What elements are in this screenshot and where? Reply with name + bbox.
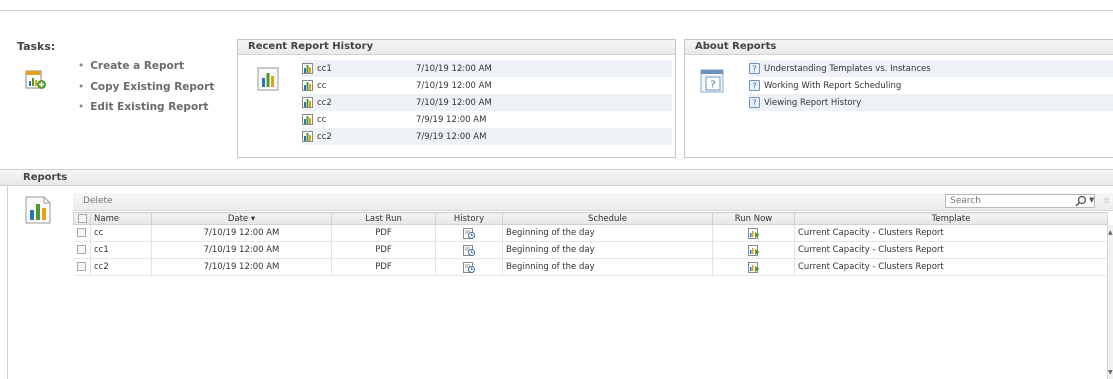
- report-template: Current Capacity - Clusters Report: [794, 224, 1108, 242]
- reports-header-bar: [0, 169, 1113, 186]
- run-now-button[interactable]: [712, 258, 795, 276]
- help-icon: [749, 80, 760, 91]
- reports-frame-border: [7, 186, 8, 379]
- reports-table: Name Date ▾ Last Run History Schedule Ru…: [73, 212, 1108, 276]
- row-checkbox[interactable]: [73, 258, 91, 276]
- column-header-template[interactable]: Template: [794, 212, 1108, 225]
- column-header-date[interactable]: Date ▾: [151, 212, 332, 225]
- report-template: Current Capacity - Clusters Report: [794, 258, 1108, 276]
- about-link-templates[interactable]: Understanding Templates vs. Instances: [749, 60, 1113, 77]
- column-header-schedule[interactable]: Schedule: [502, 212, 713, 225]
- recent-report-history-title: Recent Report History: [238, 40, 675, 55]
- report-last-run[interactable]: PDF: [331, 241, 436, 259]
- table-row[interactable]: cc2 7/10/19 12:00 AM PDF Beginning of th…: [73, 258, 1108, 276]
- create-report-link[interactable]: • Create a Report: [78, 60, 184, 72]
- run-now-icon: [748, 245, 760, 256]
- row-checkbox[interactable]: [73, 241, 91, 259]
- history-button[interactable]: [435, 241, 503, 259]
- select-all-checkbox[interactable]: [73, 212, 91, 225]
- scroll-down-icon[interactable]: ▼: [1108, 369, 1113, 376]
- report-name: cc2: [90, 258, 152, 276]
- help-icon: [749, 63, 760, 74]
- report-icon: [302, 63, 313, 74]
- column-header-name[interactable]: Name: [90, 212, 152, 225]
- history-icon: [463, 245, 475, 256]
- history-row[interactable]: cc2 7/9/19 12:00 AM: [302, 128, 672, 145]
- history-icon: [463, 262, 475, 273]
- history-button[interactable]: [435, 224, 503, 242]
- help-document-icon: ?: [700, 69, 724, 93]
- report-date: 7/10/19 12:00 AM: [151, 224, 332, 242]
- report-icon: [302, 114, 313, 125]
- recent-report-history-panel: Recent Report History cc1 7/10/19 12:00 …: [237, 39, 676, 158]
- delete-button[interactable]: Delete: [83, 196, 113, 206]
- report-schedule: Beginning of the day: [502, 224, 713, 242]
- report-date: 7/10/19 12:00 AM: [151, 258, 332, 276]
- about-reports-panel: About Reports ? Understanding Templates …: [684, 39, 1113, 158]
- tasks-title: Tasks:: [17, 40, 56, 53]
- reports-chart-icon: [25, 196, 51, 224]
- report-name: cc: [90, 224, 152, 242]
- about-link-history[interactable]: Viewing Report History: [749, 94, 1113, 111]
- report-last-run[interactable]: PDF: [331, 258, 436, 276]
- report-icon: [302, 80, 313, 91]
- table-vertical-scrollbar[interactable]: ▲ ▼: [1107, 225, 1113, 379]
- scroll-up-icon[interactable]: ▲: [1108, 229, 1113, 236]
- edit-report-link[interactable]: • Edit Existing Report: [78, 101, 208, 113]
- copy-report-link[interactable]: • Copy Existing Report: [78, 81, 214, 93]
- reports-title: Reports: [23, 172, 68, 183]
- run-now-icon: [748, 228, 760, 239]
- column-header-history[interactable]: History: [435, 212, 503, 225]
- history-row[interactable]: cc 7/10/19 12:00 AM: [302, 77, 672, 94]
- sort-descending-icon: ▾: [250, 213, 256, 224]
- report-chart-icon: [257, 67, 279, 91]
- report-date: 7/10/19 12:00 AM: [151, 241, 332, 259]
- top-divider: [0, 10, 1113, 11]
- report-name: cc1: [90, 241, 152, 259]
- run-now-icon: [748, 262, 760, 273]
- history-button[interactable]: [435, 258, 503, 276]
- column-header-last-run[interactable]: Last Run: [331, 212, 436, 225]
- report-icon: [302, 97, 313, 108]
- run-now-button[interactable]: [712, 241, 795, 259]
- search-options-dropdown-icon[interactable]: ▼: [1089, 196, 1094, 204]
- column-header-run-now[interactable]: Run Now: [712, 212, 795, 225]
- svg-text:?: ?: [710, 80, 715, 91]
- bullet-icon: •: [78, 101, 85, 113]
- history-row[interactable]: cc1 7/10/19 12:00 AM: [302, 60, 672, 77]
- search-icon[interactable]: [1074, 195, 1088, 207]
- history-row[interactable]: cc 7/9/19 12:00 AM: [302, 111, 672, 128]
- report-icon: [302, 131, 313, 142]
- new-report-icon: [25, 70, 46, 89]
- bullet-icon: •: [78, 60, 85, 72]
- table-row[interactable]: cc 7/10/19 12:00 AM PDF Beginning of the…: [73, 224, 1108, 242]
- report-schedule: Beginning of the day: [502, 258, 713, 276]
- toolbar-grip-icon[interactable]: ⁞⁞: [1104, 196, 1109, 205]
- run-now-button[interactable]: [712, 224, 795, 242]
- table-row[interactable]: cc1 7/10/19 12:00 AM PDF Beginning of th…: [73, 241, 1108, 259]
- help-icon: [749, 97, 760, 108]
- report-schedule: Beginning of the day: [502, 241, 713, 259]
- row-checkbox[interactable]: [73, 224, 91, 242]
- history-row[interactable]: cc2 7/10/19 12:00 AM: [302, 94, 672, 111]
- report-template: Current Capacity - Clusters Report: [794, 241, 1108, 259]
- report-last-run[interactable]: PDF: [331, 224, 436, 242]
- about-link-scheduling[interactable]: Working With Report Scheduling: [749, 77, 1113, 94]
- table-header-row: Name Date ▾ Last Run History Schedule Ru…: [73, 212, 1108, 225]
- about-reports-title: About Reports: [685, 40, 1113, 55]
- history-icon: [463, 228, 475, 239]
- search-input[interactable]: [945, 194, 1095, 208]
- bullet-icon: •: [78, 81, 85, 93]
